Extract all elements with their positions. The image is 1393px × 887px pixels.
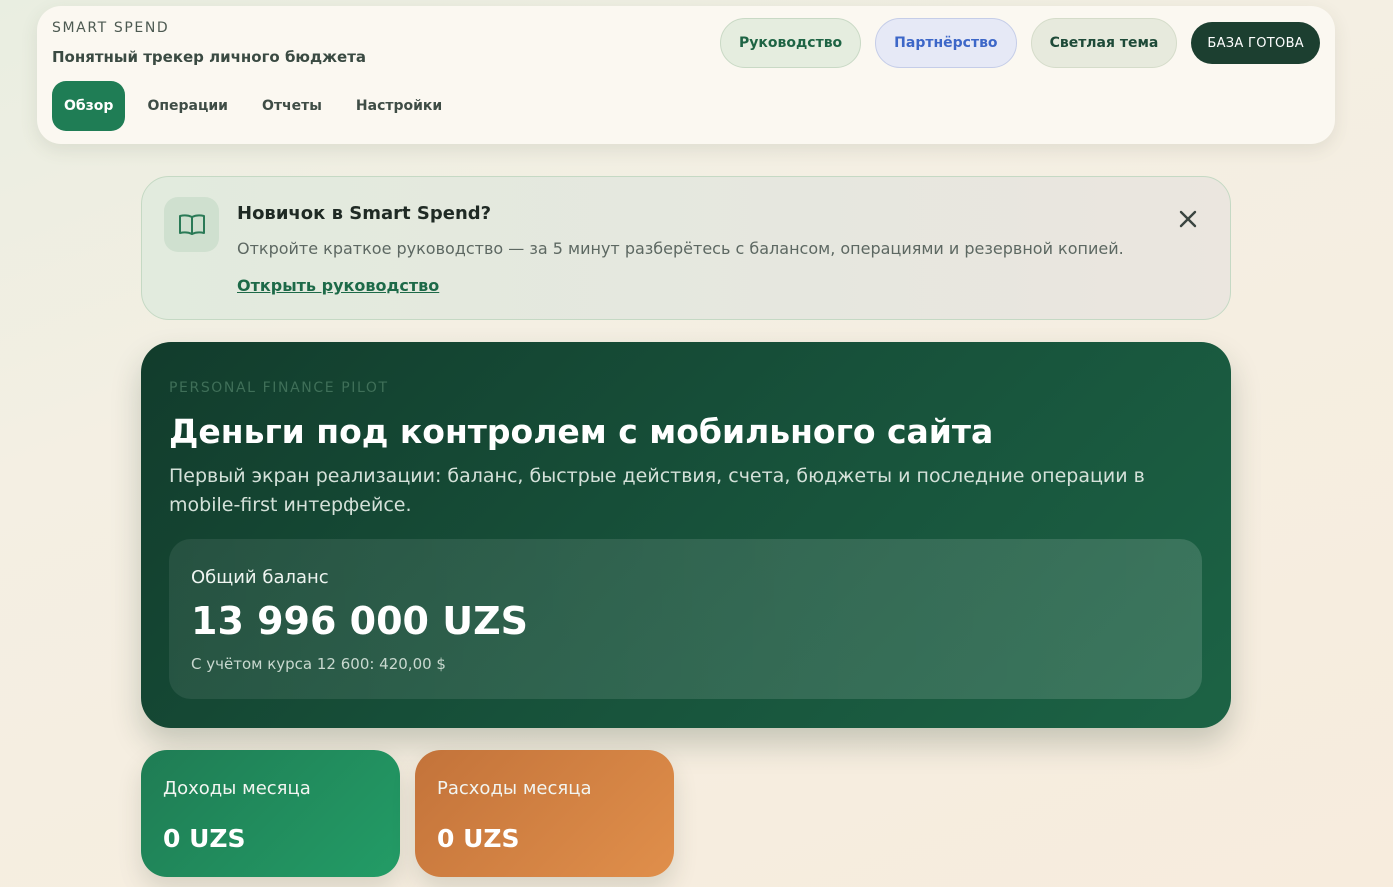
expense-label: Расходы месяца: [437, 778, 592, 799]
balance-value: 13 996 000 UZS: [191, 599, 528, 643]
guide-button[interactable]: Руководство: [719, 18, 862, 68]
hero-section: PERSONAL FINANCE PILOT Деньги под контро…: [141, 342, 1231, 728]
hero-kicker: PERSONAL FINANCE PILOT: [169, 380, 389, 396]
open-guide-link[interactable]: Открыть руководство: [237, 276, 439, 295]
header-actions: Руководство Партнёрство Светлая тема БАЗ…: [706, 18, 1320, 68]
book-icon: [164, 197, 219, 252]
tab-operations[interactable]: Операции: [135, 81, 240, 131]
total-balance-card: Общий баланс 13 996 000 UZS С учётом кур…: [169, 539, 1202, 699]
brand-tagline: Понятный трекер личного бюджета: [52, 48, 367, 66]
brand-name: SMART SPEND: [52, 20, 170, 36]
banner-title: Новичок в Smart Spend?: [237, 203, 492, 224]
tab-overview[interactable]: Обзор: [52, 81, 126, 131]
income-value: 0 UZS: [163, 824, 246, 853]
main-nav: Обзор Операции Отчеты Настройки: [52, 81, 464, 131]
tab-settings[interactable]: Настройки: [344, 81, 454, 131]
balance-exchange-note: С учётом курса 12 600: 420,00 $: [191, 655, 446, 673]
theme-toggle-button[interactable]: Светлая тема: [1030, 18, 1178, 68]
balance-label: Общий баланс: [191, 567, 329, 588]
close-icon[interactable]: [1176, 207, 1200, 231]
hero-title: Деньги под контролем с мобильного сайта: [169, 412, 994, 451]
monthly-income-card[interactable]: Доходы месяца 0 UZS: [141, 750, 400, 877]
expense-value: 0 UZS: [437, 824, 520, 853]
banner-text: Откройте краткое руководство — за 5 мину…: [237, 239, 1124, 258]
monthly-expense-card[interactable]: Расходы месяца 0 UZS: [415, 750, 674, 877]
onboarding-banner: Новичок в Smart Spend? Откройте краткое …: [141, 176, 1231, 320]
partnership-button[interactable]: Партнёрство: [875, 18, 1017, 68]
app-header: SMART SPEND Понятный трекер личного бюдж…: [37, 6, 1335, 144]
db-status-badge: БАЗА ГОТОВА: [1191, 22, 1320, 64]
hero-description: Первый экран реализации: баланс, быстрые…: [169, 465, 1145, 516]
income-label: Доходы месяца: [163, 778, 311, 799]
tab-reports[interactable]: Отчеты: [250, 81, 334, 131]
